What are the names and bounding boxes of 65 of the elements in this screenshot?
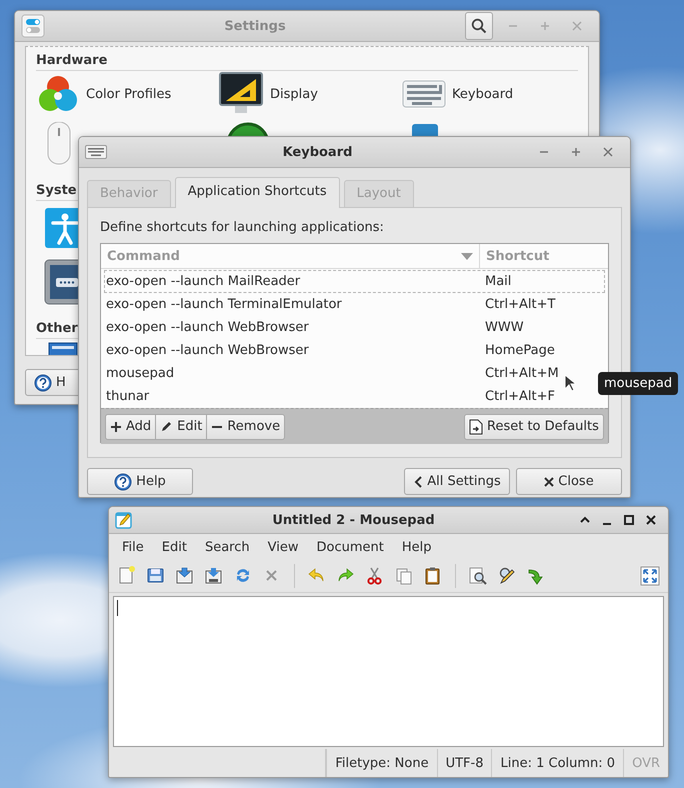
copy-icon[interactable] — [394, 566, 414, 586]
settings-item-label[interactable]: Display — [270, 86, 318, 102]
toolbar-button[interactable]: Add — [105, 414, 156, 440]
help-icon — [114, 472, 132, 490]
search-icon — [471, 18, 487, 34]
reset-button[interactable]: Reset to Defaults — [464, 414, 604, 440]
settings-item-label[interactable]: Color Profiles — [86, 86, 172, 102]
tooltip: mousepad — [598, 372, 678, 395]
description-text: Define shortcuts for launching applications: — [100, 220, 385, 237]
mouse-pointer-icon — [564, 374, 576, 392]
menu-item[interactable]: Help — [392, 536, 440, 558]
close-icon[interactable] — [646, 515, 656, 525]
save-all-icon[interactable] — [204, 566, 224, 586]
command-cell-text: exo-open --launch WebBrowser — [105, 320, 310, 335]
save-as-icon[interactable] — [175, 566, 195, 586]
command-cell-text: exo-open --launch MailReader — [105, 274, 302, 289]
notepad-icon — [115, 511, 133, 529]
pencil-icon — [160, 420, 174, 433]
chevron-left-icon — [413, 474, 424, 488]
document-icon — [469, 418, 483, 434]
dialog-button[interactable]: Help — [87, 468, 193, 495]
shortcut-cell-text: Ctrl+Alt+F — [484, 389, 555, 404]
shortcut-cell-text: WWW — [484, 320, 524, 335]
shortcut-cell-text: HomePage — [484, 343, 555, 358]
caret-icon — [461, 252, 473, 260]
tab[interactable]: Application Shortcuts — [174, 177, 340, 208]
find-icon[interactable] — [468, 566, 488, 586]
shortcut-cell-text: Ctrl+Alt+T — [484, 297, 556, 312]
status-field: OVR — [623, 749, 668, 777]
shortcut-cell-text: Mail — [484, 274, 512, 289]
window-title: Settings — [223, 18, 287, 34]
menu-item[interactable]: View — [258, 536, 308, 558]
status-field: Line: 1 Column: 0 — [491, 749, 624, 777]
command-cell-text: exo-open --launch TerminalEmulator — [105, 297, 343, 312]
window-icon — [48, 342, 78, 355]
menu-item[interactable]: Search — [196, 536, 259, 558]
toolbar-button[interactable]: Edit — [155, 414, 208, 440]
chevron-up-icon[interactable] — [580, 515, 590, 525]
menu-item[interactable]: Document — [307, 536, 393, 558]
settings-item-label[interactable]: Keyboard — [452, 86, 514, 102]
maximize-icon[interactable] — [624, 515, 634, 525]
search-button[interactable] — [465, 12, 493, 40]
window-title: Keyboard — [282, 144, 354, 160]
dialog-button[interactable]: Close — [516, 468, 622, 495]
close-icon — [544, 476, 554, 486]
plus-icon — [110, 420, 122, 432]
text-cursor — [117, 600, 118, 616]
keyboard-icon — [85, 145, 107, 159]
keyboard-icon — [402, 80, 446, 108]
menu-item[interactable]: File — [113, 536, 153, 558]
toolbar-button[interactable]: Remove — [206, 414, 286, 440]
fullscreen-icon[interactable] — [640, 566, 660, 586]
settings-app-icon — [21, 14, 45, 38]
command-cell-text: exo-open --launch WebBrowser — [105, 343, 310, 358]
section-heading: Hardware — [36, 49, 578, 71]
new-document-icon[interactable] — [117, 566, 137, 586]
menu-item[interactable]: Edit — [152, 536, 196, 558]
shortcut-cell-text: Ctrl+Alt+M — [484, 366, 559, 381]
status-field: Filetype: None — [326, 749, 437, 777]
help-icon — [34, 374, 52, 392]
find-replace-icon[interactable] — [497, 566, 517, 586]
dialog-button[interactable]: All Settings — [404, 468, 510, 495]
window-title: Untitled 2 - Mousepad — [271, 512, 436, 528]
table-row[interactable]: exo-open --launch MailReader Mail — [104, 270, 605, 293]
status-field: UTF-8 — [436, 749, 492, 777]
